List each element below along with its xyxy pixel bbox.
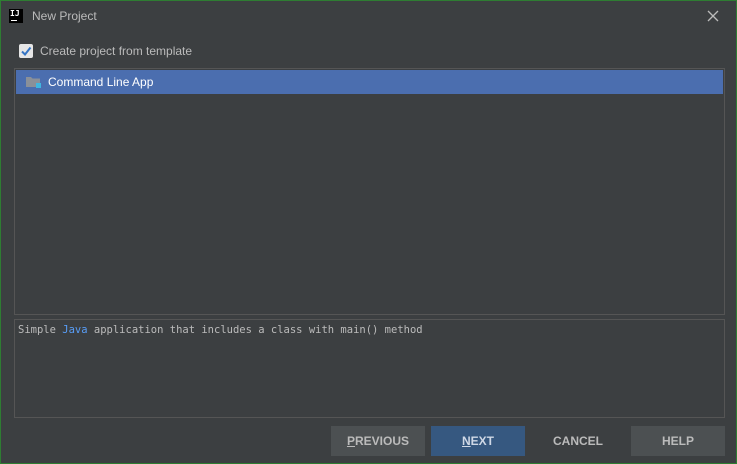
- previous-mnemonic: P: [346, 434, 355, 448]
- checkmark-icon: [21, 46, 32, 57]
- description-prefix: Simple: [18, 324, 63, 336]
- next-button[interactable]: N EXT: [431, 426, 525, 456]
- close-button[interactable]: [704, 7, 722, 25]
- description-java-highlight: Java: [62, 324, 88, 336]
- next-mnemonic: N: [461, 434, 471, 448]
- title-bar[interactable]: IJ New Project: [1, 1, 736, 32]
- new-project-dialog: IJ New Project Create project from templ…: [0, 0, 737, 464]
- template-checkbox-row[interactable]: Create project from template: [19, 42, 192, 60]
- template-list[interactable]: Command Line App: [14, 68, 725, 315]
- folder-icon: [26, 75, 42, 89]
- list-item-label: Command Line App: [48, 75, 154, 89]
- template-checkbox[interactable]: [19, 44, 33, 58]
- next-label: EXT: [470, 434, 494, 448]
- description-suffix: application that includes a class with m…: [87, 324, 423, 336]
- list-item-command-line-app[interactable]: Command Line App: [16, 70, 723, 94]
- window-title: New Project: [32, 9, 97, 23]
- cancel-button[interactable]: CANCEL: [531, 426, 625, 456]
- template-checkbox-label[interactable]: Create project from template: [40, 44, 192, 58]
- intellij-logo-icon: IJ: [9, 9, 23, 23]
- previous-label: REVIOUS: [355, 434, 410, 448]
- close-icon: [707, 10, 719, 22]
- previous-button[interactable]: P REVIOUS: [331, 426, 425, 456]
- template-description: Simple Java application that includes a …: [14, 319, 725, 418]
- help-button[interactable]: HELP: [631, 426, 725, 456]
